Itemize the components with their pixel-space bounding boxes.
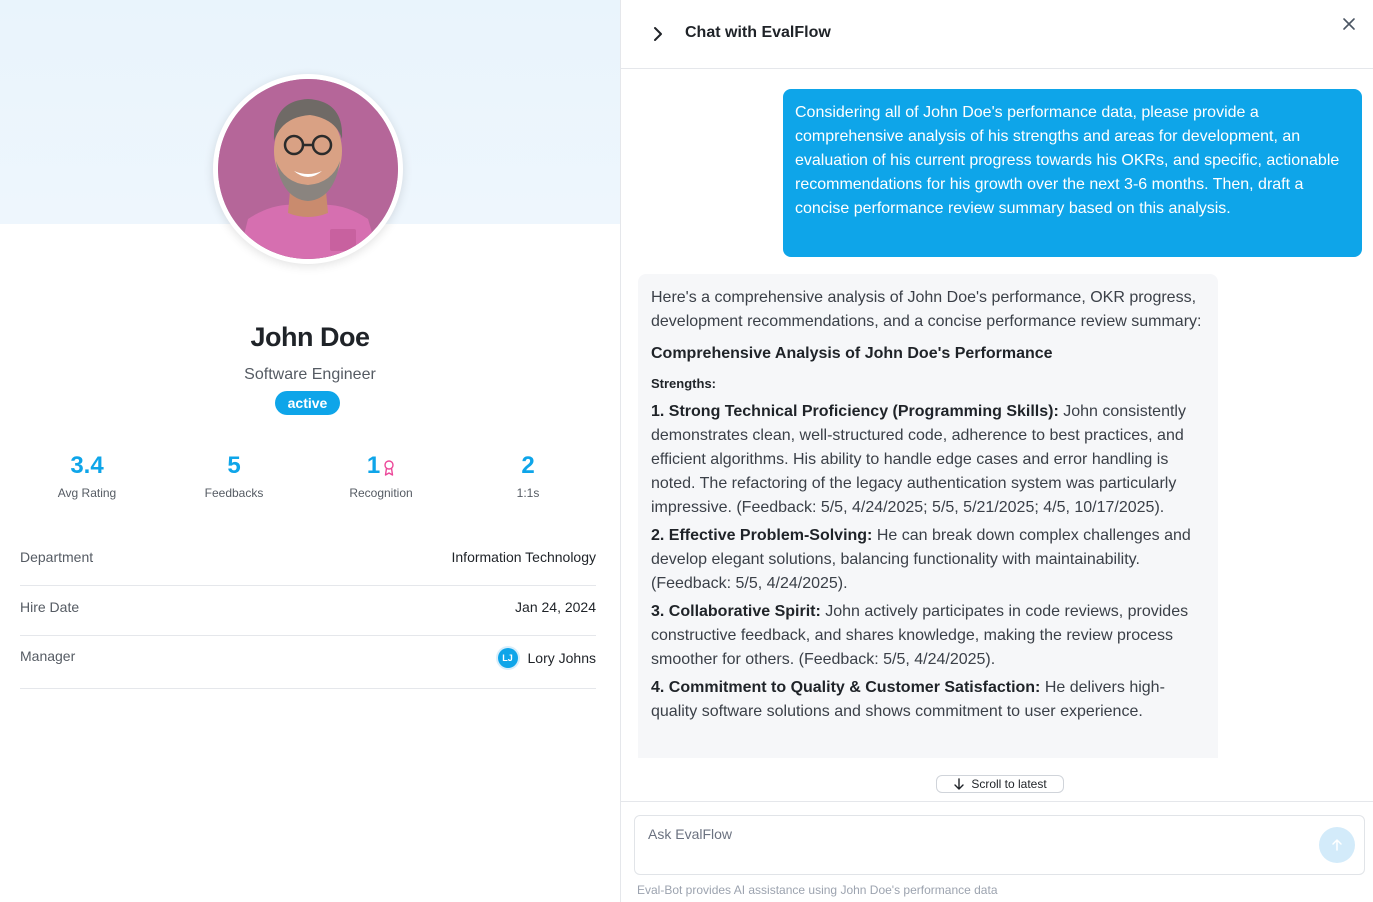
chat-header: Chat with EvalFlow xyxy=(621,0,1373,69)
stat-label: Recognition xyxy=(349,486,413,500)
detail-manager: Manager LJ Lory Johns xyxy=(20,636,596,689)
chat-title: Chat with EvalFlow xyxy=(685,24,831,41)
stat-label: Avg Rating xyxy=(57,486,117,500)
bot-heading: Comprehensive Analysis of John Doe's Per… xyxy=(651,345,1053,362)
chat-footer: Eval-Bot provides AI assistance using Jo… xyxy=(621,801,1373,902)
status-badge: active xyxy=(275,391,340,415)
bot-message: Here's a comprehensive analysis of John … xyxy=(638,274,1218,758)
stat-feedbacks: 5 Feedbacks xyxy=(161,450,307,500)
stat-label: Feedbacks xyxy=(204,486,264,500)
detail-value: Jan 24, 2024 xyxy=(515,599,596,615)
chat-input[interactable] xyxy=(635,816,1305,874)
ribbon-icon xyxy=(384,460,394,476)
profile-name: John Doe xyxy=(250,322,370,352)
bot-intro: Here's a comprehensive analysis of John … xyxy=(651,289,1202,330)
stat-one-on-ones: 2 1:1s xyxy=(455,450,601,500)
list-item: 3. Collaborative Spirit: John actively p… xyxy=(651,600,1205,672)
list-item: 1. Strong Technical Proficiency (Program… xyxy=(651,400,1205,520)
list-item: 4. Commitment to Quality & Customer Sati… xyxy=(651,676,1205,724)
detail-hire-date: Hire Date Jan 24, 2024 xyxy=(20,586,596,636)
send-button[interactable] xyxy=(1319,827,1355,863)
profile-role: Software Engineer xyxy=(244,366,376,383)
arrow-up-icon xyxy=(1332,839,1342,851)
list-item-title: 2. Effective Problem-Solving: xyxy=(651,527,873,544)
profile-details: Department Information Technology Hire D… xyxy=(20,536,596,689)
chat-input-box xyxy=(634,815,1365,875)
list-item: 2. Effective Problem-Solving: He can bre… xyxy=(651,524,1205,596)
detail-label: Hire Date xyxy=(20,599,80,615)
stat-value: 1 xyxy=(366,452,381,479)
manager-avatar: LJ xyxy=(497,648,518,668)
stat-value: 5 xyxy=(227,452,241,479)
scroll-to-latest-button[interactable]: Scroll to latest xyxy=(936,775,1064,793)
detail-label: Manager xyxy=(20,648,76,664)
avatar xyxy=(213,74,403,264)
arrow-down-icon xyxy=(954,778,965,790)
manager-link[interactable]: LJ Lory Johns xyxy=(497,648,596,668)
chevron-right-icon[interactable] xyxy=(647,23,669,45)
list-item-title: 4. Commitment to Quality & Customer Sati… xyxy=(651,679,1041,696)
stat-label: 1:1s xyxy=(516,486,540,500)
disclaimer: Eval-Bot provides AI assistance using Jo… xyxy=(637,883,998,897)
detail-value: Information Technology xyxy=(451,549,597,565)
stat-value: 2 xyxy=(521,452,535,479)
detail-department: Department Information Technology xyxy=(20,536,596,586)
stats-row: 3.4 Avg Rating 5 Feedbacks 1 Recognition… xyxy=(0,450,620,510)
user-message: Considering all of John Doe's performanc… xyxy=(783,89,1362,257)
message-list[interactable]: Considering all of John Doe's performanc… xyxy=(621,70,1373,758)
stat-avg-rating: 3.4 Avg Rating xyxy=(14,450,160,500)
avatar-photo xyxy=(218,79,398,259)
manager-name: Lory Johns xyxy=(527,650,596,666)
list-item-title: 3. Collaborative Spirit: xyxy=(651,603,821,620)
profile-panel: John Doe Software Engineer active 3.4 Av… xyxy=(0,0,620,902)
chat-panel: Chat with EvalFlow Considering all of Jo… xyxy=(620,0,1373,902)
list-item-title: 1. Strong Technical Proficiency (Program… xyxy=(651,403,1059,420)
scroll-label: Scroll to latest xyxy=(971,777,1047,791)
stat-value: 3.4 xyxy=(70,452,104,479)
stat-recognition: 1 Recognition xyxy=(308,450,454,500)
bot-subheading: Strengths: xyxy=(651,376,716,391)
close-icon[interactable] xyxy=(1341,16,1357,32)
detail-label: Department xyxy=(20,549,94,565)
